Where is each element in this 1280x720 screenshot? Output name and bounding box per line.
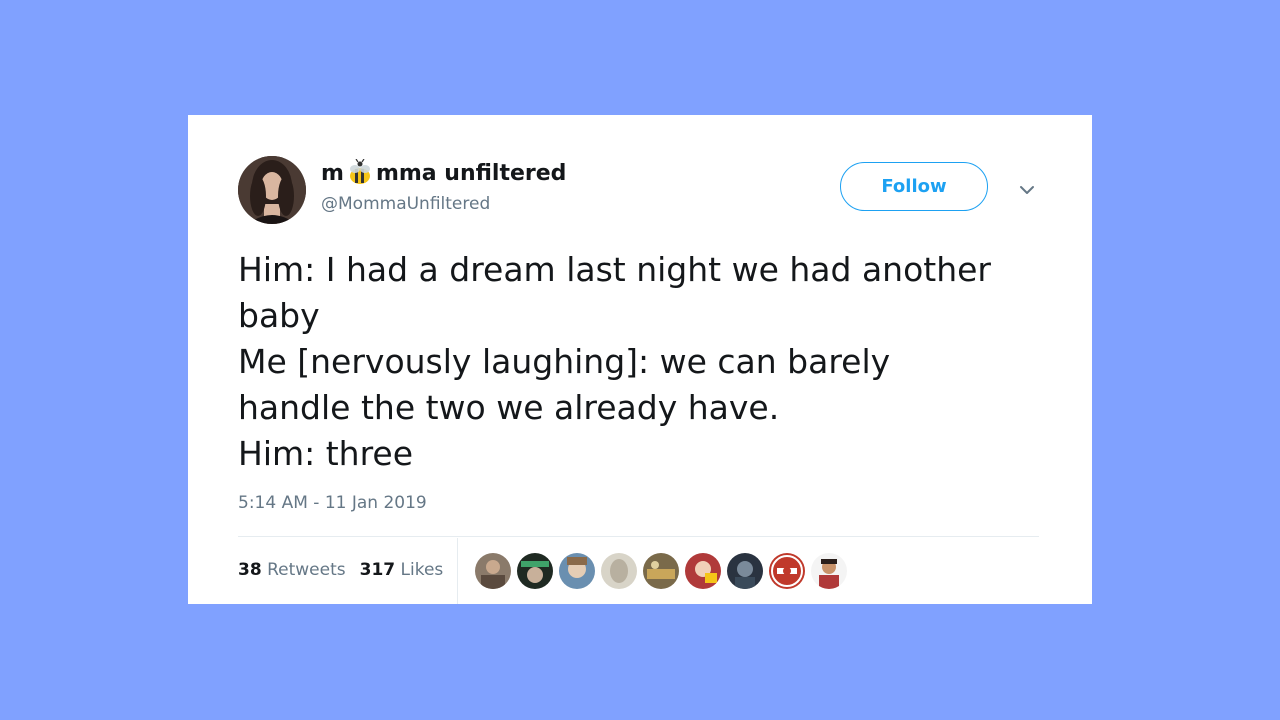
likes-label: Likes: [400, 560, 444, 580]
tweet-text-line: Him: three: [238, 434, 414, 473]
author-avatar[interactable]: [238, 156, 306, 224]
liker-avatar[interactable]: [517, 553, 553, 589]
retweets-count: 38: [238, 560, 262, 580]
author-handle[interactable]: @MommaUnfiltered: [321, 194, 490, 214]
tweet-stats: 38 Retweets 317 Likes: [238, 556, 443, 584]
tweet-text-line: Me [nervously laughing]: we can barely: [238, 342, 891, 381]
bee-emoji-icon: [345, 158, 375, 189]
follow-button[interactable]: Follow: [840, 162, 988, 211]
retweets-stat[interactable]: 38 Retweets: [238, 560, 346, 580]
stats-divider: [457, 538, 458, 604]
display-name-prefix: m: [321, 161, 344, 186]
liker-avatar[interactable]: [559, 553, 595, 589]
tweet-text-line: Him: I had a dream last night we had ano…: [238, 250, 991, 289]
tweet-text: Him: I had a dream last night we had ano…: [238, 247, 1058, 477]
liker-avatars: [475, 553, 847, 589]
chevron-down-icon[interactable]: [1014, 179, 1040, 201]
liker-avatar[interactable]: [475, 553, 511, 589]
liker-avatar[interactable]: [811, 553, 847, 589]
liker-avatar[interactable]: [685, 553, 721, 589]
tweet-text-line: handle the two we already have.: [238, 388, 780, 427]
liker-avatar[interactable]: [727, 553, 763, 589]
liker-avatar[interactable]: [601, 553, 637, 589]
likes-stat[interactable]: 317 Likes: [360, 560, 444, 580]
likes-count: 317: [359, 560, 396, 580]
retweets-label: Retweets: [267, 560, 346, 580]
liker-avatar[interactable]: [643, 553, 679, 589]
liker-avatar[interactable]: [769, 553, 805, 589]
divider: [238, 536, 1039, 537]
tweet-card: m mma unfiltered @MommaUnfiltered Follow…: [188, 115, 1092, 604]
tweet-timestamp[interactable]: 5:14 AM - 11 Jan 2019: [238, 493, 427, 513]
display-name[interactable]: m mma unfiltered: [321, 158, 567, 189]
display-name-suffix: mma unfiltered: [375, 161, 567, 186]
tweet-text-line: baby: [238, 296, 320, 335]
